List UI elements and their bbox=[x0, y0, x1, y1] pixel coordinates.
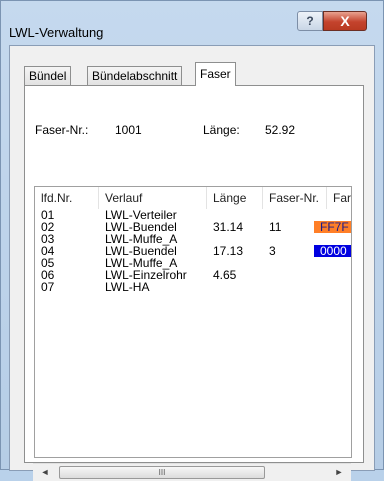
scroll-right-icon[interactable]: ► bbox=[331, 464, 347, 481]
table-row[interactable]: 01 LWL-Verteiler bbox=[35, 209, 351, 221]
help-button[interactable]: ? bbox=[297, 11, 323, 31]
cell-lfd-nr: 07 bbox=[41, 280, 55, 294]
cell-farbe: 0000 bbox=[314, 245, 351, 257]
horizontal-scrollbar[interactable]: ◄ III ► bbox=[33, 463, 351, 481]
faser-tab-panel: Faser-Nr.: 1001 Länge: 52.92 lfd.Nr. Ver… bbox=[24, 85, 364, 481]
list-header: lfd.Nr. Verlauf Länge Faser-Nr. Farb bbox=[35, 187, 351, 209]
dialog-client-area: Bündel Bündelabschnitt Faser Faser-Nr.: … bbox=[9, 45, 375, 481]
table-row[interactable]: 02 LWL-Buendel 31.14 11 FF7F bbox=[35, 221, 351, 233]
cell-verlauf: LWL-HA bbox=[105, 280, 150, 294]
tab-buendelabschnitt[interactable]: Bündelabschnitt bbox=[87, 66, 183, 85]
window-title: LWL-Verwaltung bbox=[9, 25, 104, 40]
cell-faser-nr: 11 bbox=[269, 220, 282, 234]
list-rows: 01 LWL-Verteiler 02 LWL-Buendel 31.14 11 FF7F 0… bbox=[35, 209, 351, 293]
cell-farbe: FF7F bbox=[314, 221, 351, 233]
faser-nr-value: 1001 bbox=[115, 123, 142, 137]
cell-laenge: 17.13 bbox=[213, 244, 244, 258]
column-header-verlauf[interactable]: Verlauf bbox=[99, 187, 207, 209]
table-row[interactable]: 07 LWL-HA bbox=[35, 281, 351, 293]
cell-laenge: 31.14 bbox=[213, 220, 244, 234]
table-row[interactable]: 03 LWL-Muffe_A bbox=[35, 233, 351, 245]
column-header-faser-nr[interactable]: Faser-Nr. bbox=[263, 187, 327, 209]
laenge-value: 52.92 bbox=[265, 123, 296, 137]
table-row[interactable]: 06 LWL-Einzelrohr 4.65 bbox=[35, 269, 351, 281]
column-header-lfd-nr[interactable]: lfd.Nr. bbox=[35, 187, 99, 209]
column-header-laenge[interactable]: Länge bbox=[207, 187, 263, 209]
close-button[interactable]: X bbox=[323, 11, 367, 31]
dialog-window: LWL-Verwaltung ? X Bündel Bündelabschnit… bbox=[0, 0, 384, 481]
laenge-label: Länge: bbox=[203, 123, 240, 137]
faser-nr-label: Faser-Nr.: bbox=[35, 123, 89, 137]
column-header-farbe[interactable]: Farb bbox=[327, 187, 351, 209]
tab-buendel[interactable]: Bündel bbox=[24, 66, 72, 85]
tab-faser[interactable]: Faser bbox=[195, 62, 236, 86]
scroll-thumb[interactable]: III bbox=[59, 466, 265, 479]
cell-faser-nr: 3 bbox=[269, 244, 276, 258]
table-row[interactable]: 04 LWL-Buendel 17.13 3 0000 bbox=[35, 245, 351, 257]
table-row[interactable]: 05 LWL-Muffe_A bbox=[35, 257, 351, 269]
cell-laenge: 4.65 bbox=[213, 268, 237, 282]
scroll-left-icon[interactable]: ◄ bbox=[37, 464, 53, 481]
verlauf-list[interactable]: lfd.Nr. Verlauf Länge Faser-Nr. Farb 01L… bbox=[34, 186, 352, 458]
